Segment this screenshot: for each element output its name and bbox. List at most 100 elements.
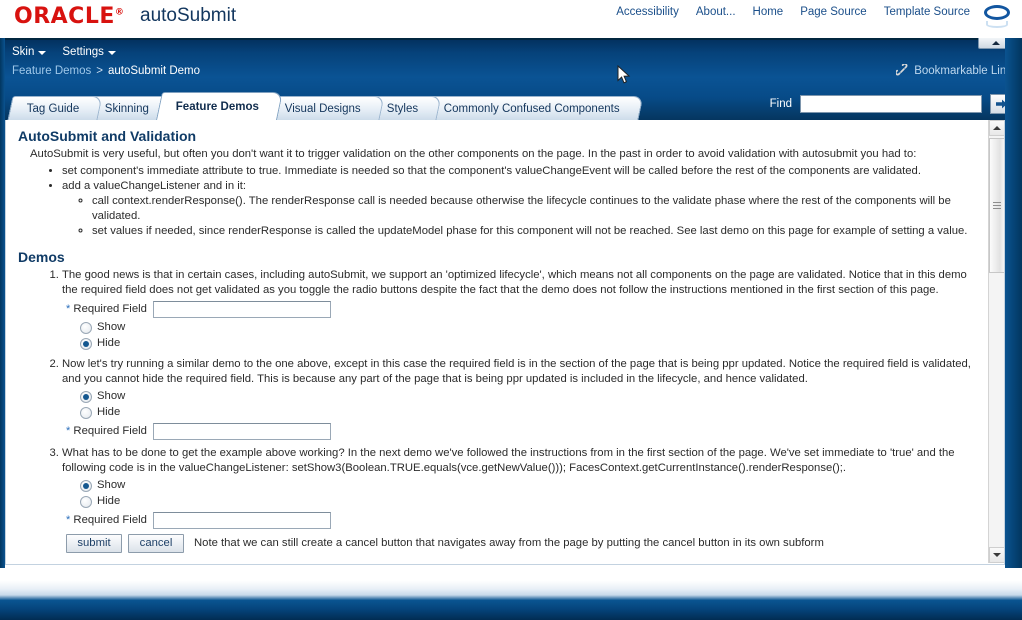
menu-settings-label: Settings xyxy=(62,46,104,58)
cancel-button[interactable]: cancel xyxy=(128,534,184,553)
demo-1-required-field-input[interactable] xyxy=(152,301,331,318)
oracle-logo-trademark: ® xyxy=(114,7,125,18)
demo-1-radio-show-label: Show xyxy=(97,321,126,333)
radio-button-icon[interactable] xyxy=(80,321,92,334)
radio-button-icon[interactable] xyxy=(80,337,92,350)
tab-commonly-confused-components-label: Commonly Confused Components xyxy=(443,102,620,115)
menu-skin-label: Skin xyxy=(12,46,35,58)
radio-button-icon[interactable] xyxy=(80,406,92,419)
demo-1-text: The good news is that in certain cases, … xyxy=(62,269,967,296)
radio-button-icon[interactable] xyxy=(80,495,92,508)
oracle-oval-logo-icon xyxy=(980,5,1014,33)
demo-list: The good news is that in certain cases, … xyxy=(14,268,981,553)
page-title: autoSubmit xyxy=(140,5,237,26)
breadcrumb-current: autoSubmit Demo xyxy=(107,65,201,77)
demo-3-required-field-input[interactable] xyxy=(152,512,331,529)
tab-visual-designs[interactable]: Visual Designs xyxy=(265,96,385,120)
radio-button-icon[interactable] xyxy=(80,479,92,492)
section-heading-demos: Demos xyxy=(18,249,65,265)
tab-bar: Tag Guide Skinning Feature Demos Visual … xyxy=(0,92,1022,120)
demo-1-radio-show[interactable]: Show xyxy=(80,320,981,335)
demo-3-text: What has to be done to get the example a… xyxy=(62,447,955,474)
scrollbar-thumb[interactable] xyxy=(989,138,1004,273)
demo-1-label-text: Required Field xyxy=(73,303,147,315)
oracle-logo-text: ORACLE xyxy=(14,4,115,29)
chevron-down-icon xyxy=(38,51,47,55)
list-item-label: add a valueChangeListener and in it: xyxy=(62,180,247,192)
list-item: call context.renderResponse(). The rende… xyxy=(92,194,981,224)
find-box: Find xyxy=(770,94,1012,114)
required-marker-icon: * xyxy=(66,514,71,526)
demo-2-required-field-row: * Required Field xyxy=(66,423,981,440)
required-marker-icon: * xyxy=(66,425,71,437)
content-panel: AutoSubmit and Validation AutoSubmit is … xyxy=(5,120,1005,565)
application-window: ORACLE® autoSubmit Accessibility About..… xyxy=(0,0,1022,620)
demo-2-radio-hide-label: Hide xyxy=(97,406,121,418)
left-frame-rail xyxy=(0,38,5,578)
tab-visual-designs-label: Visual Designs xyxy=(284,102,361,115)
demo-3-radio-show[interactable]: Show xyxy=(80,478,981,493)
demo-3-required-field-label: * Required Field xyxy=(66,513,147,528)
demo-2-required-field-input[interactable] xyxy=(152,423,331,440)
bookmarkable-link-label: Bookmarkable Link xyxy=(914,64,1012,77)
demo-2-text: Now let's try running a similar demo to … xyxy=(62,358,971,385)
content-inner: AutoSubmit and Validation AutoSubmit is … xyxy=(6,120,989,564)
find-label: Find xyxy=(769,98,792,110)
demo-3-radio-show-label: Show xyxy=(97,479,126,491)
requirements-list: set component's immediate attribute to t… xyxy=(14,164,981,239)
demo-2-radio-show-label: Show xyxy=(97,390,126,402)
demo-3-radio-hide-label: Hide xyxy=(97,495,121,507)
submit-button[interactable]: submit xyxy=(66,534,122,553)
demo-2-radio-hide[interactable]: Hide xyxy=(80,405,981,420)
tab-feature-demos-label: Feature Demos xyxy=(175,100,259,113)
bookmarkable-link[interactable]: Bookmarkable Link xyxy=(896,64,1012,77)
tab-styles-label: Styles xyxy=(386,102,418,115)
breadcrumb-parent-link[interactable]: Feature Demos xyxy=(12,65,91,77)
bottom-frame xyxy=(0,568,1022,620)
demo-3-label-text: Required Field xyxy=(73,514,147,526)
global-link-about[interactable]: About... xyxy=(696,6,736,18)
demo-1-radio-hide-label: Hide xyxy=(97,337,121,349)
demo-1-body: * Required Field Show Hide xyxy=(62,301,981,351)
radio-button-icon[interactable] xyxy=(80,390,92,403)
breadcrumb-separator: > xyxy=(96,65,103,77)
tab-skinning-label: Skinning xyxy=(105,102,150,115)
menu-settings[interactable]: Settings xyxy=(62,46,116,58)
tab-tag-guide-label: Tag Guide xyxy=(26,102,80,115)
oracle-logo: ORACLE® xyxy=(14,4,124,29)
required-marker-icon: * xyxy=(66,303,71,315)
demo-1-radio-hide[interactable]: Hide xyxy=(80,336,981,351)
demo-item-2: Now let's try running a similar demo to … xyxy=(62,357,981,440)
global-link-accessibility[interactable]: Accessibility xyxy=(616,6,679,18)
tab-commonly-confused-components[interactable]: Commonly Confused Components xyxy=(424,96,644,120)
intro-paragraph: AutoSubmit is very useful, but often you… xyxy=(30,148,917,160)
tab-tag-guide[interactable]: Tag Guide xyxy=(7,96,103,120)
global-link-home[interactable]: Home xyxy=(753,6,784,18)
demo-2-radio-show[interactable]: Show xyxy=(80,389,981,404)
scroll-down-arrow-icon[interactable] xyxy=(989,547,1004,563)
breadcrumb: Feature Demos > autoSubmit Demo xyxy=(12,65,200,77)
demo-item-3: What has to be done to get the example a… xyxy=(62,446,981,553)
branding-bar: ORACLE® autoSubmit Accessibility About..… xyxy=(0,0,1022,38)
list-item: set values if needed, since renderRespon… xyxy=(92,224,981,239)
demo-3-required-field-row: * Required Field xyxy=(66,512,981,529)
demo-3-body: Show Hide * Required Field submit cancel… xyxy=(62,478,981,553)
demo-3-button-row: submit cancel Note that we can still cre… xyxy=(66,534,981,553)
global-link-page-source[interactable]: Page Source xyxy=(800,6,867,18)
search-input[interactable] xyxy=(800,95,982,113)
tab-feature-demos[interactable]: Feature Demos xyxy=(155,92,283,120)
button-note: Note that we can still create a cancel b… xyxy=(194,537,824,549)
menu-skin[interactable]: Skin xyxy=(12,46,47,58)
scroll-up-arrow-icon[interactable] xyxy=(989,120,1004,136)
demo-item-1: The good news is that in certain cases, … xyxy=(62,268,981,351)
requirements-sublist: call context.renderResponse(). The rende… xyxy=(62,194,981,239)
demo-2-label-text: Required Field xyxy=(73,425,147,437)
menu-bar: Skin Settings xyxy=(12,46,116,58)
global-link-template-source[interactable]: Template Source xyxy=(884,6,970,18)
section-heading-autosubmit-validation: AutoSubmit and Validation xyxy=(18,128,197,144)
demo-2-required-field-label: * Required Field xyxy=(66,424,147,439)
chain-link-icon xyxy=(896,64,908,76)
vertical-scrollbar[interactable] xyxy=(988,120,1004,563)
demo-1-required-field-row: * Required Field xyxy=(66,301,981,318)
demo-3-radio-hide[interactable]: Hide xyxy=(80,494,981,509)
